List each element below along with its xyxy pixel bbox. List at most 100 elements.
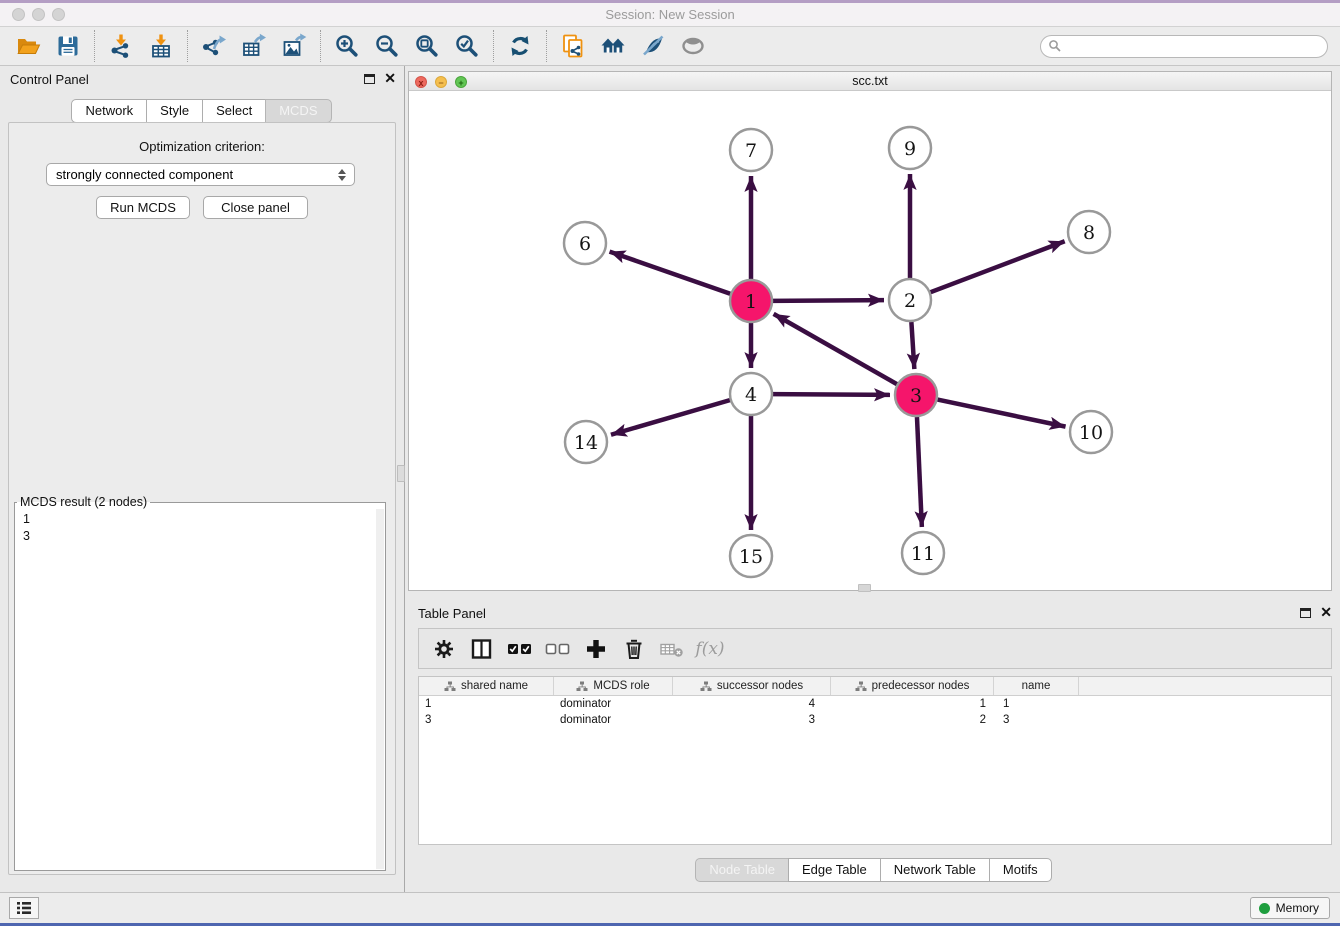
column-header-name[interactable]: name — [994, 677, 1079, 695]
duplicate-network-icon[interactable] — [556, 30, 590, 62]
tab-motifs[interactable]: Motifs — [989, 858, 1052, 882]
tab-style[interactable]: Style — [146, 99, 203, 123]
result-scrollbar[interactable] — [376, 509, 384, 869]
run-mcds-button[interactable]: Run MCDS — [96, 196, 190, 219]
vertical-split-gripper[interactable] — [397, 465, 405, 482]
table-cell[interactable]: 1 — [994, 696, 1079, 712]
network-graph[interactable]: 7 9 6 8 1 2 4 3 14 10 15 11 — [409, 91, 1331, 590]
graph-node-8[interactable]: 8 — [1068, 211, 1110, 253]
zoom-in-icon[interactable] — [330, 30, 364, 62]
graph-node-9[interactable]: 9 — [889, 127, 931, 169]
graph-node-6[interactable]: 6 — [564, 222, 606, 264]
graph-node-10[interactable]: 10 — [1070, 411, 1112, 453]
app-titlebar: Session: New Session — [0, 3, 1340, 27]
graph-edge-2-3[interactable] — [911, 322, 914, 369]
add-column-icon[interactable] — [581, 635, 611, 663]
delete-table-icon-disabled — [657, 635, 687, 663]
export-network-icon[interactable] — [197, 30, 231, 62]
graph-node-2[interactable]: 2 — [889, 279, 931, 321]
graph-edge-3-10[interactable] — [938, 400, 1066, 427]
import-network-icon[interactable] — [104, 30, 138, 62]
node-table: shared nameMCDS rolesuccessor nodesprede… — [418, 676, 1332, 845]
tab-select[interactable]: Select — [202, 99, 266, 123]
save-session-icon[interactable] — [51, 30, 85, 62]
graph-node-3[interactable]: 3 — [895, 374, 937, 416]
toggle-panel-columns-icon[interactable] — [467, 635, 497, 663]
network-window-titlebar[interactable]: x − + scc.txt — [409, 72, 1331, 91]
search-input[interactable] — [1040, 35, 1328, 58]
graph-edge-4-14[interactable] — [611, 400, 730, 435]
graph-edge-3-11[interactable] — [917, 417, 922, 527]
graph-node-15[interactable]: 15 — [730, 535, 772, 577]
table-cell[interactable]: 3 — [994, 712, 1079, 728]
column-header-predecessor-nodes[interactable]: predecessor nodes — [831, 677, 994, 695]
table-cell[interactable]: dominator — [554, 696, 673, 712]
table-cell[interactable]: 3 — [419, 712, 554, 728]
svg-text:9: 9 — [904, 138, 916, 160]
select-all-check-icon[interactable] — [505, 635, 535, 663]
import-table-icon[interactable] — [144, 30, 178, 62]
toolbar-separator — [493, 30, 494, 62]
deselect-all-icon[interactable] — [543, 635, 573, 663]
tab-node-table[interactable]: Node Table — [695, 858, 789, 882]
show-style-icon[interactable] — [636, 30, 670, 62]
column-header-MCDS-role[interactable]: MCDS role — [554, 677, 673, 695]
mcds-result-text[interactable]: 1 3 — [16, 509, 384, 869]
control-panel-float-icon[interactable] — [364, 74, 375, 84]
column-header-shared-name[interactable]: shared name — [419, 677, 554, 695]
toolbar-separator — [94, 30, 95, 62]
tab-network[interactable]: Network — [71, 99, 147, 123]
select-stepper-icon — [336, 167, 348, 183]
table-cell[interactable]: 2 — [831, 712, 994, 728]
settings-gear-icon[interactable] — [429, 635, 459, 663]
graph-edge-4-3[interactable] — [773, 394, 890, 395]
graph-edge-1-2[interactable] — [773, 300, 884, 301]
tab-network-table[interactable]: Network Table — [880, 858, 990, 882]
graph-edge-3-1[interactable] — [774, 314, 897, 384]
table-cell[interactable]: 3 — [673, 712, 831, 728]
table-cell[interactable]: 1 — [419, 696, 554, 712]
column-type-icon — [444, 681, 456, 692]
graph-edge-1-6[interactable] — [610, 252, 731, 294]
graph-node-11[interactable]: 11 — [902, 532, 944, 574]
export-image-icon[interactable] — [277, 30, 311, 62]
table-cell[interactable]: 4 — [673, 696, 831, 712]
hide-details-eye-icon[interactable] — [676, 30, 710, 62]
horizontal-split-gripper[interactable] — [858, 584, 871, 592]
optimization-criterion-select[interactable]: strongly connected component — [46, 163, 355, 186]
table-row[interactable]: 3dominator323 — [419, 712, 1331, 728]
first-neighbors-icon[interactable] — [596, 30, 630, 62]
graph-node-14[interactable]: 14 — [565, 421, 607, 463]
control-panel: Control Panel ✕ NetworkStyleSelectMCDS O… — [0, 66, 405, 892]
memory-button[interactable]: Memory — [1250, 897, 1330, 919]
delete-column-trash-icon[interactable] — [619, 635, 649, 663]
zoom-selected-icon[interactable] — [450, 30, 484, 62]
table-panel-close-icon[interactable]: ✕ — [1320, 607, 1332, 618]
column-header-successor-nodes[interactable]: successor nodes — [673, 677, 831, 695]
task-history-button[interactable] — [9, 897, 39, 919]
tab-mcds[interactable]: MCDS — [265, 99, 331, 123]
table-row[interactable]: 1dominator411 — [419, 696, 1331, 712]
network-canvas[interactable]: 7 9 6 8 1 2 4 3 14 10 15 11 — [409, 91, 1331, 590]
export-table-icon[interactable] — [237, 30, 271, 62]
table-cell[interactable]: dominator — [554, 712, 673, 728]
open-folder-icon[interactable] — [11, 30, 45, 62]
mcds-result-title: MCDS result (2 nodes) — [17, 495, 150, 509]
table-panel: Table Panel ✕ — [408, 599, 1340, 892]
graph-node-4[interactable]: 4 — [730, 373, 772, 415]
control-panel-close-icon[interactable]: ✕ — [384, 73, 396, 84]
close-panel-button[interactable]: Close panel — [203, 196, 308, 219]
zoom-out-icon[interactable] — [370, 30, 404, 62]
table-header-row: shared nameMCDS rolesuccessor nodesprede… — [419, 677, 1331, 696]
graph-edge-2-8[interactable] — [931, 241, 1065, 292]
graph-node-7[interactable]: 7 — [730, 129, 772, 171]
column-type-icon — [576, 681, 588, 692]
fit-content-icon[interactable] — [410, 30, 444, 62]
graph-node-1[interactable]: 1 — [730, 280, 772, 322]
tab-edge-table[interactable]: Edge Table — [788, 858, 881, 882]
refresh-view-icon[interactable] — [503, 30, 537, 62]
table-cell[interactable]: 1 — [831, 696, 994, 712]
table-panel-float-icon[interactable] — [1300, 608, 1311, 618]
table-panel-tabs: Node TableEdge TableNetwork TableMotifs — [408, 858, 1340, 882]
svg-text:6: 6 — [579, 233, 591, 255]
